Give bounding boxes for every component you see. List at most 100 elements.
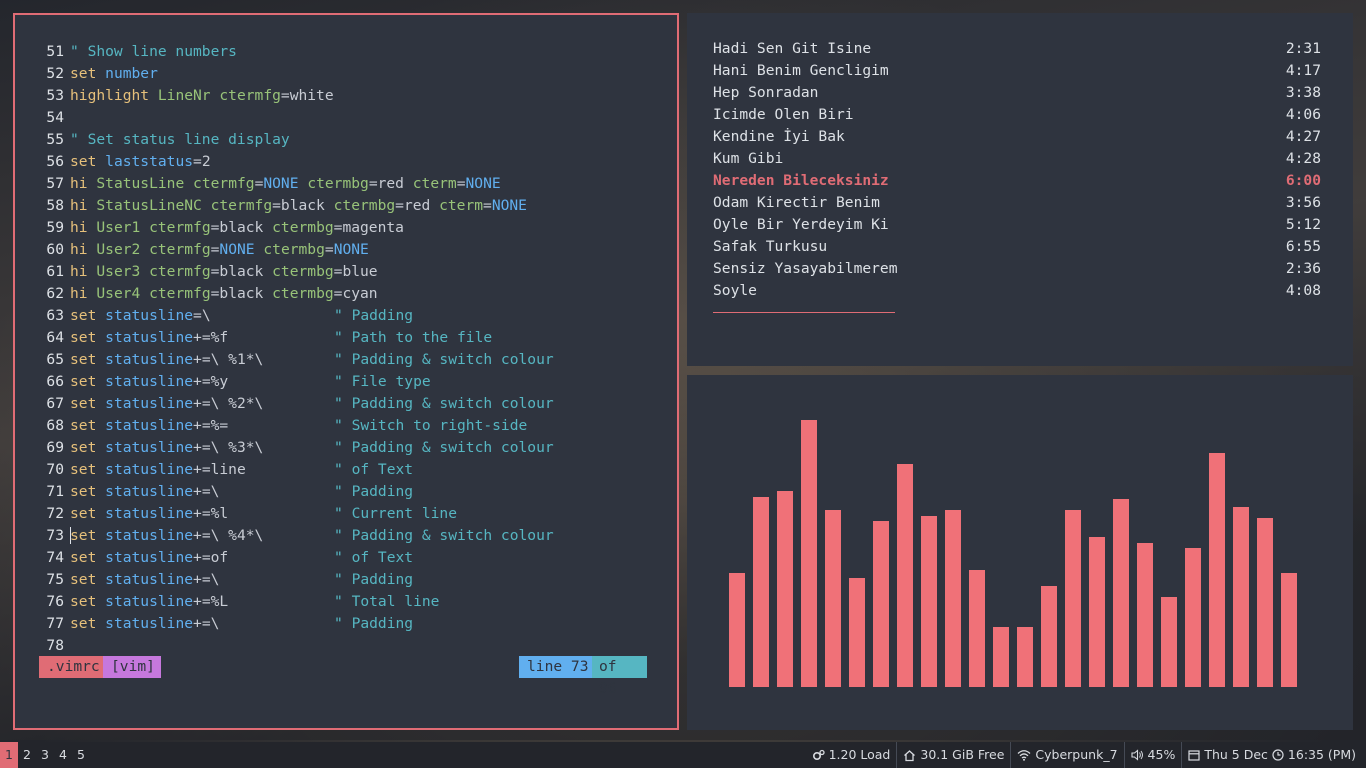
code-token: statusline: [105, 461, 194, 478]
visualizer-bar: [1185, 548, 1201, 687]
code-line[interactable]: 71 set statusline+=\ " Padding: [46, 481, 527, 503]
code-line[interactable]: 66 set statusline+=%y " File type: [46, 371, 527, 393]
code-token: =cyan: [333, 285, 378, 302]
code-token: laststatus: [105, 153, 194, 170]
status-current-line: line 73: [519, 656, 597, 678]
workspace-4[interactable]: 4: [54, 742, 72, 768]
code-line[interactable]: 65 set statusline+=\ %1*\ " Padding & swit…: [46, 349, 553, 371]
playlist-track[interactable]: Kum Gibi 4:28: [713, 148, 1321, 170]
playlist-track[interactable]: Icimde Olen Biri 4:06: [713, 104, 1321, 126]
code-token: set: [70, 593, 97, 610]
playlist-track[interactable]: Hadi Sen Git Isine 2:31: [713, 38, 1321, 60]
code-line[interactable]: 58 hi StatusLineNC ctermfg=black ctermbg=…: [46, 195, 527, 217]
code-line[interactable]: 57 hi StatusLine ctermfg=NONE ctermbg=red…: [46, 173, 527, 195]
playlist-track[interactable]: Oyle Bir Yerdeyim Ki 5:12: [713, 214, 1321, 236]
code-comment: " Padding & switch colour: [334, 351, 554, 368]
code-line[interactable]: 64 set statusline+=%f " Path to the file: [46, 327, 527, 349]
playlist-track[interactable]: Hani Benim Gencligim 4:17: [713, 60, 1321, 82]
vim-window[interactable]: 51 " Show line numbers 52 set number 53 highl…: [13, 13, 679, 730]
code-line[interactable]: 78: [46, 635, 527, 657]
code-token: statusline: [105, 329, 194, 346]
line-number: 77: [46, 615, 64, 632]
code-line[interactable]: 76 set statusline+=%L " Total line: [46, 591, 527, 613]
code-line[interactable]: 59 hi User1 ctermfg=black ctermbg=magenta: [46, 217, 527, 239]
code-line[interactable]: 62 hi User4 ctermfg=black ctermbg=cyan: [46, 283, 527, 305]
code-line[interactable]: 73 set statusline+=\ %4*\ " Padding & swit…: [46, 525, 554, 547]
code-line[interactable]: 67 set statusline+=\ %2*\ " Padding & swit…: [46, 393, 553, 415]
code-line[interactable]: 53 highlight LineNr ctermfg=white: [46, 85, 527, 107]
playlist-track[interactable]: Kendine İyi Bak 4:27: [713, 126, 1321, 148]
code-token: ctermfg: [193, 175, 255, 192]
code-token: =magenta: [333, 219, 404, 236]
visualizer-bar: [921, 516, 937, 687]
workspace-3[interactable]: 3: [36, 742, 54, 768]
wifi-icon: [1017, 749, 1031, 761]
visualizer-bar: [777, 491, 793, 687]
code-token: number: [105, 65, 158, 82]
code-token: =\: [193, 307, 211, 324]
wifi-status[interactable]: Cyberpunk_7: [1010, 742, 1123, 768]
code-line[interactable]: 72 set statusline+=%l " Current line: [46, 503, 527, 525]
code-line[interactable]: 60 hi User2 ctermfg=NONE ctermbg=NONE: [46, 239, 527, 261]
code-token: cterm: [412, 175, 457, 192]
playlist-track-playing[interactable]: Nereden Bileceksiniz 6:00: [713, 170, 1321, 192]
code-token: =black: [210, 219, 273, 236]
code-line[interactable]: 56 set laststatus=2: [46, 151, 527, 173]
playlist-track[interactable]: Hep Sonradan 3:38: [713, 82, 1321, 104]
visualizer-bar: [1257, 518, 1273, 687]
workspace-5[interactable]: 5: [72, 742, 90, 768]
code-token: statusline: [105, 307, 194, 324]
code-editor[interactable]: 51 " Show line numbers 52 set number 53 highl…: [46, 41, 554, 657]
code-comment: " of Text: [334, 549, 414, 566]
code-token: ctermfg: [210, 197, 273, 214]
music-player-window[interactable]: Hadi Sen Git Isine 2:31 Hani Benim Genclig…: [687, 13, 1353, 366]
line-number: 73: [46, 527, 64, 544]
code-line[interactable]: 63 set statusline=\ " Padding: [46, 305, 527, 327]
visualizer-bar: [1233, 507, 1249, 687]
code-line[interactable]: 74 set statusline+=of " of Text: [46, 547, 527, 569]
code-line[interactable]: 69 set statusline+=\ %3*\ " Padding & swit…: [46, 437, 553, 459]
code-line[interactable]: 61 hi User3 ctermfg=black ctermbg=blue: [46, 261, 527, 283]
code-line[interactable]: 70 set statusline+=line " of Text: [46, 459, 527, 481]
visualizer-bar: [945, 510, 961, 687]
date-time[interactable]: Thu 5 Dec 16:35 (PM): [1181, 742, 1362, 768]
code-line[interactable]: 55 " Set status line display: [46, 129, 527, 151]
code-line[interactable]: 77 set statusline+=\ " Padding: [46, 613, 527, 635]
wifi-ssid-label: Cyberpunk_7: [1035, 747, 1118, 762]
cpu-load[interactable]: 1.20 Load: [806, 742, 897, 768]
code-token: hi: [70, 241, 88, 258]
code-line[interactable]: 54: [46, 107, 527, 129]
disk-space-label: 30.1 GiB Free: [920, 747, 1005, 762]
code-line[interactable]: 52 set number: [46, 63, 527, 85]
code-line[interactable]: 75 set statusline+=\ " Padding: [46, 569, 527, 591]
line-number: 54: [46, 109, 64, 126]
playlist-track[interactable]: Soyle 4:08: [713, 280, 1321, 302]
volume-control[interactable]: 45%: [1123, 742, 1182, 768]
workspace-2[interactable]: 2: [18, 742, 36, 768]
visualizer-bar: [873, 521, 889, 687]
code-line[interactable]: 68 set statusline+=%= " Switch to right-si…: [46, 415, 527, 437]
code-token: LineNr: [157, 87, 211, 104]
disk-space[interactable]: 30.1 GiB Free: [896, 742, 1010, 768]
playlist[interactable]: Hadi Sen Git Isine 2:31 Hani Benim Genclig…: [713, 38, 1321, 302]
visualizer-bar: [1281, 573, 1297, 687]
workspace-1[interactable]: 1: [0, 742, 18, 768]
line-number: 76: [46, 593, 64, 610]
playback-progress-bar[interactable]: [713, 312, 895, 313]
code-token: +=%L: [193, 593, 229, 610]
visualizer-bar: [1113, 499, 1129, 687]
playlist-track[interactable]: Odam Kirectir Benim 3:56: [713, 192, 1321, 214]
playlist-track[interactable]: Safak Turkusu 6:55: [713, 236, 1321, 258]
code-line[interactable]: 51 " Show line numbers: [46, 41, 527, 63]
code-token: ctermbg: [272, 285, 334, 302]
code-token: highlight: [70, 87, 150, 104]
playlist-track[interactable]: Sensiz Yasayabilmerem 2:36: [713, 258, 1321, 280]
code-token: User1: [96, 219, 141, 236]
visualizer-bar: [825, 510, 841, 687]
